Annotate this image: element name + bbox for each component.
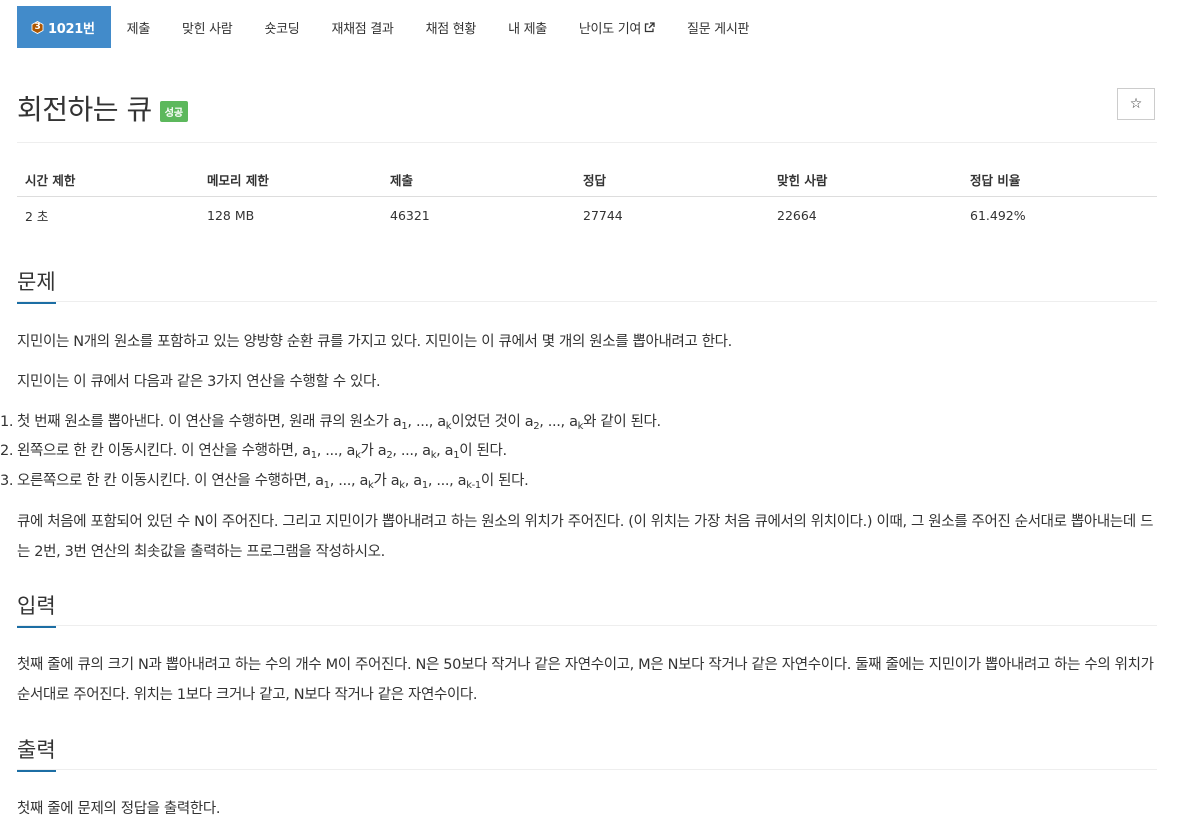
problem-info-table: 시간 제한 메모리 제한 제출 정답 맞힌 사람 정답 비율 2 초 128 M… [17,162,1157,233]
tab-difficulty-contribution[interactable]: 난이도 기여 [563,6,671,48]
description-paragraph-2: 지민이는 이 큐에서 다음과 같은 3가지 연산을 수행할 수 있다. [17,374,381,390]
description-heading: 문제 [17,266,56,304]
value-accepted: 27744 [583,207,623,223]
tab-question-board[interactable]: 질문 게시판 [671,6,765,48]
output-description: 첫째 줄에 문제의 정답을 출력한다. [17,801,221,817]
header-time-limit: 시간 제한 [17,162,199,197]
value-submissions: 46321 [390,207,430,223]
description-section-header: 문제 [17,266,56,304]
description-paragraph-3: 큐에 처음에 포함되어 있던 수 N이 주어진다. 그리고 지민이가 뽑아내려고… [17,514,1154,560]
operation-list-item-2: 2. 왼쪽으로 한 칸 이동시킨다. 이 연산을 수행하면, a1, ..., a… [0,443,507,461]
description-paragraph-1: 지민이는 N개의 원소를 포함하고 있는 양방향 순환 큐를 가지고 있다. 지… [17,334,732,350]
status-badge: 성공 [159,100,189,122]
table-header-row: 시간 제한 메모리 제한 제출 정답 맞힌 사람 정답 비율 [17,162,1157,197]
value-solved-users: 22664 [777,207,817,223]
problem-title-row: 회전하는 큐 성공 [17,88,189,128]
tab-submit[interactable]: 제출 [111,6,166,48]
output-section-header: 출력 [17,734,56,772]
tab-problem[interactable]: 3 1021번 [17,6,111,48]
input-section-header: 입력 [17,590,56,628]
tab-my-submissions[interactable]: 내 제출 [492,6,563,48]
operation-list-item-3: 3. 오른쪽으로 한 칸 이동시킨다. 이 연산을 수행하면, a1, ..., … [0,473,529,491]
header-accept-ratio: 정답 비율 [962,162,1157,197]
output-divider [17,769,1157,770]
value-memory-limit: 128 MB [207,207,255,223]
title-divider [17,142,1157,143]
tab-short-coding[interactable]: 숏코딩 [248,6,315,48]
input-description: 첫째 줄에 큐의 크기 N과 뽑아내려고 하는 수의 개수 M이 주어진다. N… [17,657,1154,703]
star-icon: ☆ [1129,96,1143,112]
input-heading: 입력 [17,590,56,628]
external-link-icon [644,21,655,33]
favorite-star-button[interactable]: ☆ [1117,88,1155,120]
value-accept-ratio: 61.492% [970,207,1026,223]
page-title: 회전하는 큐 [17,93,152,126]
tab-solved-users[interactable]: 맞힌 사람 [166,6,248,48]
header-accepted: 정답 [575,162,769,197]
header-memory-limit: 메모리 제한 [199,162,382,197]
tab-judge-status[interactable]: 채점 현황 [410,6,492,48]
tab-problem-label: 1021번 [48,21,95,37]
table-row: 2 초 128 MB 46321 27744 22664 61.492% [17,197,1157,234]
problem-nav-tabs: 3 1021번 제출 맞힌 사람 숏코딩 재채점 결과 채점 현황 내 제출 난… [17,6,765,48]
tab-rejudge-results[interactable]: 재채점 결과 [315,6,409,48]
tab-difficulty-label: 난이도 기여 [578,21,642,37]
input-divider [17,625,1157,626]
operation-list-item-1: 1. 첫 번째 원소를 뽑아낸다. 이 연산을 수행하면, 원래 큐의 원소가 a… [0,414,661,432]
header-solved-users: 맞힌 사람 [769,162,962,197]
output-heading: 출력 [17,734,56,772]
value-time-limit: 2 초 [25,208,49,224]
tier-icon: 3 [31,20,44,34]
description-divider [17,301,1157,302]
header-submissions: 제출 [382,162,575,197]
